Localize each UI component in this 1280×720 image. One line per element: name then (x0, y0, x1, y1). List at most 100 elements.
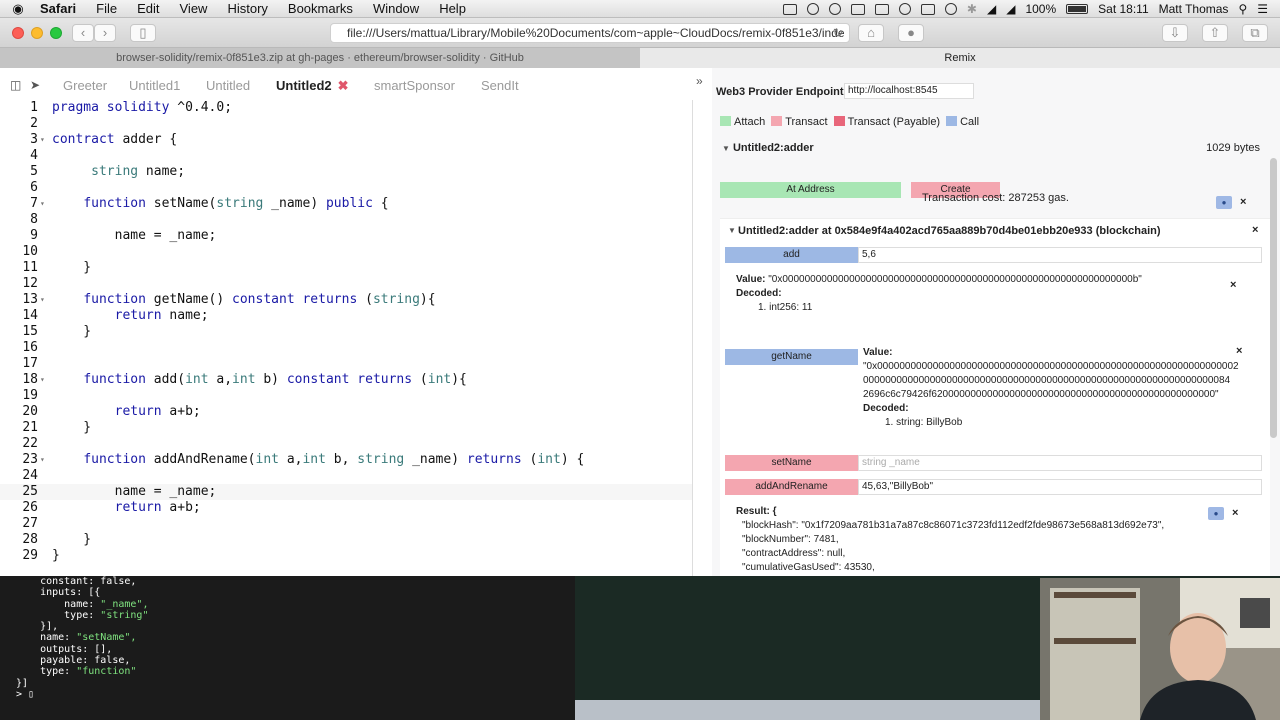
code-editor[interactable]: 1 pragma solidity ^0.4.0; 2 3 ▾ contract adde… (0, 100, 692, 564)
spotlight-icon[interactable]: ⚲ (1238, 2, 1247, 16)
code-line[interactable]: 16 (0, 340, 692, 356)
setname-button[interactable]: setName (725, 455, 858, 471)
close-cost-icon[interactable]: × (1240, 196, 1246, 208)
code-line[interactable]: 18 ▾ function add(int a,int b) constant r… (0, 372, 692, 388)
code-line[interactable]: 12 (0, 276, 692, 292)
code-line[interactable]: 14 return name; (0, 308, 692, 324)
result-debug-icon[interactable]: ● (1208, 507, 1224, 520)
folder-icon[interactable]: ➤ (30, 78, 40, 92)
menu-edit[interactable]: Edit (127, 1, 169, 16)
tab-smartsponsor[interactable]: smartSponsor (374, 78, 455, 93)
time-machine-icon[interactable] (944, 3, 957, 15)
code-line[interactable]: 29} (0, 548, 692, 564)
code-line[interactable]: 27 (0, 516, 692, 532)
zoom-window-button[interactable] (50, 27, 62, 39)
menu-history[interactable]: History (217, 1, 277, 16)
code-line[interactable]: 9 name = _name; (0, 228, 692, 244)
add-button[interactable]: add (725, 247, 858, 263)
camera-status-icon[interactable] (782, 3, 797, 15)
menu-window[interactable]: Window (363, 1, 429, 16)
display-status-icon[interactable] (850, 3, 865, 15)
code-line[interactable]: 22 (0, 436, 692, 452)
code-line[interactable]: 7 ▾ function setName(string _name) public… (0, 196, 692, 212)
setname-input[interactable]: string _name (858, 455, 1262, 471)
menu-bookmarks[interactable]: Bookmarks (278, 1, 363, 16)
expand-panel-icon[interactable]: » (696, 74, 703, 88)
getname-button[interactable]: getName (725, 349, 858, 365)
address-bar[interactable]: file:///Users/mattua/Library/Mobile%20Do… (330, 23, 850, 43)
code-line[interactable]: 11 } (0, 260, 692, 276)
downloads-icon[interactable]: ⇩ (1162, 24, 1188, 42)
code-line[interactable]: 3 ▾ contract adder { (0, 132, 692, 148)
tab-untitled2[interactable]: Untitled2 ✖ (276, 78, 349, 94)
contract-header[interactable]: ▼ Untitled2:adder (722, 142, 814, 154)
terminal-window[interactable]: constant: false, inputs: [{ name: "_name… (0, 576, 575, 720)
dropbox-status-icon[interactable] (806, 3, 819, 15)
close-tx-result-icon[interactable]: × (1232, 507, 1238, 519)
user-name[interactable]: Matt Thomas (1159, 2, 1229, 16)
close-tab-icon[interactable]: ✖ (338, 78, 349, 93)
code-line[interactable]: 10 (0, 244, 692, 260)
close-add-result-icon[interactable]: × (1230, 279, 1236, 291)
battery-icon[interactable] (1066, 4, 1089, 14)
accessibility-status-icon[interactable] (898, 3, 911, 15)
share-icon[interactable]: ⇧ (1202, 24, 1228, 42)
debug-icon[interactable]: ● (1216, 196, 1232, 209)
fold-arrow-icon[interactable]: ▾ (40, 452, 45, 468)
wifi-icon[interactable]: ◢ (987, 2, 996, 16)
at-address-button[interactable]: At Address (720, 182, 901, 198)
menu-safari[interactable]: Safari (36, 1, 86, 16)
code-line[interactable]: 15 } (0, 324, 692, 340)
tab-greeter[interactable]: Greeter (63, 78, 107, 93)
code-line[interactable]: 28 } (0, 532, 692, 548)
tabs-overview-icon[interactable]: ⧉ (1242, 24, 1268, 42)
addandrename-input[interactable]: 45,63,"BillyBob" (858, 479, 1262, 495)
forward-button[interactable]: › (94, 24, 116, 42)
keyboard-status-icon[interactable] (920, 3, 935, 15)
note-status-icon[interactable] (874, 3, 889, 15)
reload-icon[interactable]: ↻ (833, 24, 843, 42)
volume-icon[interactable]: ◢ (1006, 2, 1015, 16)
code-line[interactable]: 13 ▾ function getName() constant returns … (0, 292, 692, 308)
code-line[interactable]: 6 (0, 180, 692, 196)
code-line[interactable]: 24 (0, 468, 692, 484)
tab-untitled1[interactable]: Untitled1 (129, 78, 180, 93)
back-button[interactable]: ‹ (72, 24, 94, 42)
tab-sendit[interactable]: SendIt (481, 78, 519, 93)
files-icon[interactable]: ◫ (10, 78, 21, 92)
apple-menu-icon[interactable]: ◉ (0, 1, 36, 17)
run-panel-scrollbar[interactable] (1270, 158, 1277, 438)
menu-view[interactable]: View (170, 1, 218, 16)
fold-arrow-icon[interactable]: ▾ (40, 132, 45, 148)
code-line[interactable]: 4 (0, 148, 692, 164)
tab-remix[interactable]: Remix (640, 48, 1280, 68)
addandrename-button[interactable]: addAndRename (725, 479, 858, 495)
code-line[interactable]: 17 (0, 356, 692, 372)
code-line[interactable]: 19 (0, 388, 692, 404)
code-line[interactable]: 26 return a+b; (0, 500, 692, 516)
code-line[interactable]: 1 pragma solidity ^0.4.0; (0, 100, 692, 116)
menu-file[interactable]: File (86, 1, 127, 16)
code-line[interactable]: 2 (0, 116, 692, 132)
provider-endpoint-input[interactable]: http://localhost:8545 (844, 83, 974, 99)
notification-center-icon[interactable]: ☰ (1257, 2, 1268, 16)
remove-instance-icon[interactable]: × (1252, 224, 1258, 236)
tab-github[interactable]: browser-solidity/remix-0f851e3.zip at gh… (0, 48, 640, 68)
bluetooth-icon[interactable]: ✱ (967, 2, 977, 16)
collapse-caret-icon[interactable]: ▼ (722, 144, 730, 153)
fold-arrow-icon[interactable]: ▾ (40, 372, 45, 388)
close-window-button[interactable] (12, 27, 24, 39)
instance-caret-icon[interactable]: ▼ (728, 226, 736, 235)
clock[interactable]: Sat 18:11 (1098, 2, 1148, 16)
editor-divider[interactable] (692, 100, 693, 576)
menu-help[interactable]: Help (429, 1, 476, 16)
home-icon[interactable]: ⌂ (858, 24, 884, 42)
fold-arrow-icon[interactable]: ▾ (40, 292, 45, 308)
add-input[interactable]: 5,6 (858, 247, 1262, 263)
sidebar-toggle-icon[interactable]: ▯ (130, 24, 156, 42)
close-getname-result-icon[interactable]: × (1236, 345, 1242, 357)
tab-untitled[interactable]: Untitled (206, 78, 250, 93)
script-status-icon[interactable] (828, 3, 841, 15)
code-line[interactable]: 8 (0, 212, 692, 228)
minimize-window-button[interactable] (31, 27, 43, 39)
